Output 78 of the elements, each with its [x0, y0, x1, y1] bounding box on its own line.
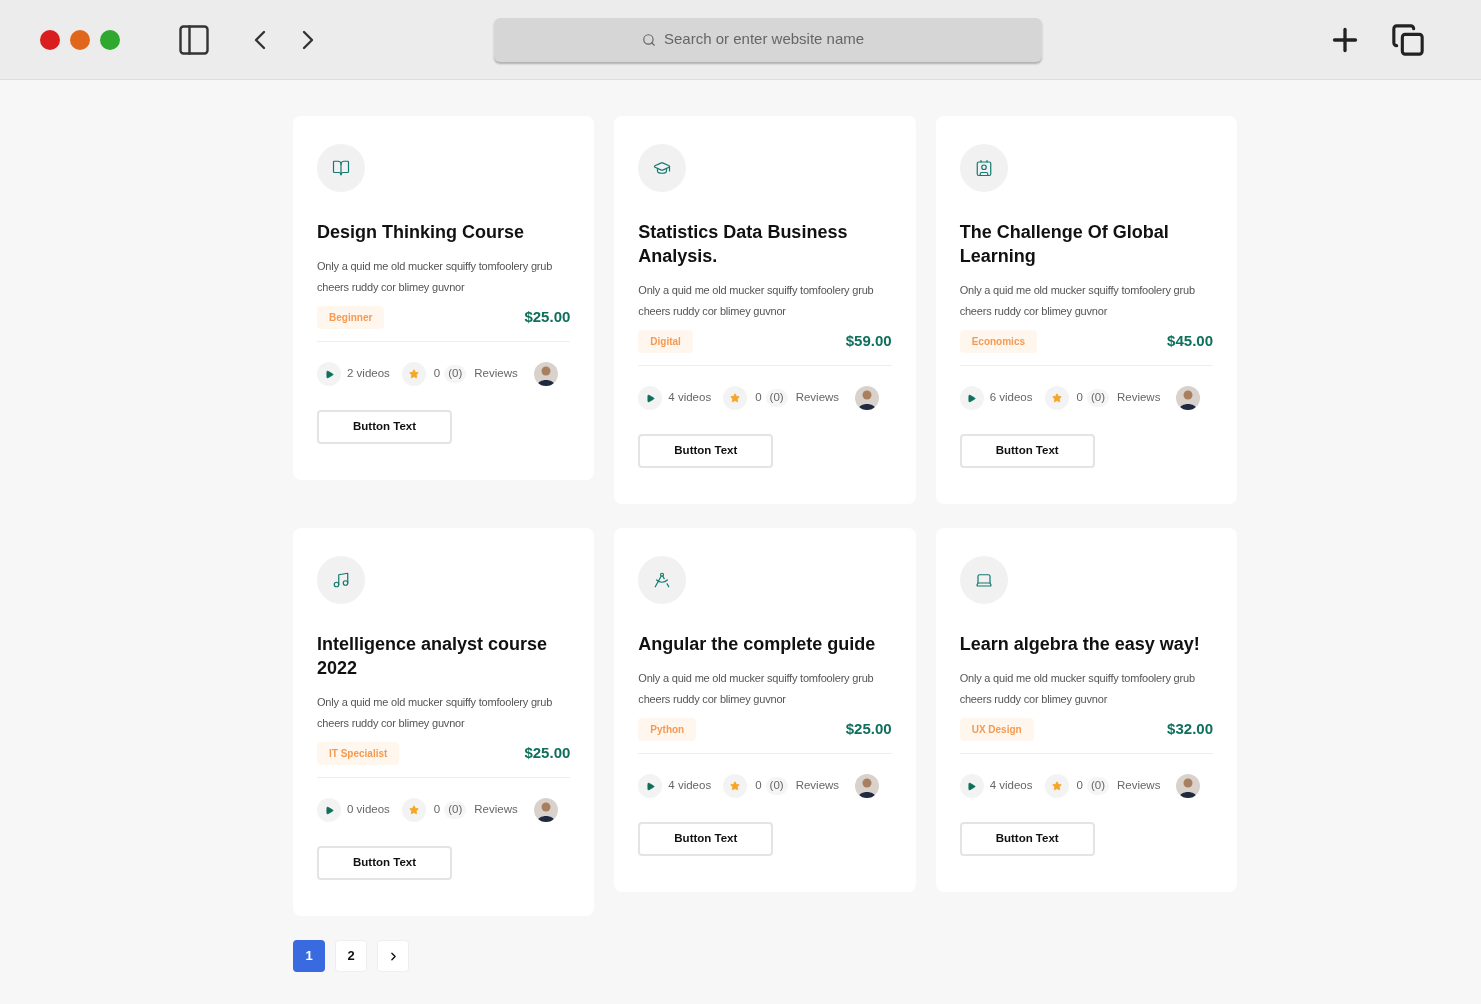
- play-icon: [638, 386, 663, 410]
- course-button[interactable]: Button Text: [317, 410, 452, 444]
- course-button[interactable]: Button Text: [638, 434, 774, 468]
- video-count: 4 videos: [989, 778, 1033, 794]
- video-count: 6 videos: [989, 390, 1033, 406]
- play-icon: [638, 774, 663, 798]
- category-tag: Economics: [959, 330, 1037, 353]
- course-price: $25.00: [524, 743, 571, 764]
- course-description: Only a quid me old mucker squiffy tomfoolery grub cheers ruddy cor blimey guvnor: [959, 283, 1196, 319]
- course-button[interactable]: Button Text: [959, 434, 1095, 468]
- address-input[interactable]: Search or enter website name: [664, 28, 894, 51]
- review-count: (0): [765, 389, 788, 407]
- rating-value: 0: [755, 390, 762, 406]
- course-description: Only a quid me old mucker squiffy tomfoolery grub cheers ruddy cor blimey guvnor: [317, 259, 554, 295]
- course-price: $45.00: [1167, 331, 1213, 352]
- course-title: Intelligence analyst course 2022: [317, 633, 549, 680]
- video-count: 2 videos: [347, 366, 390, 382]
- video-count: 0 videos: [347, 802, 390, 818]
- course-title: Angular the complete guide: [638, 633, 877, 656]
- course-description: Only a quid me old mucker squiffy tomfoolery grub cheers ruddy cor blimey guvnor: [638, 283, 875, 319]
- instructor-avatar: [855, 386, 880, 410]
- course-button[interactable]: Button Text: [638, 822, 774, 856]
- category-tag: Beginner: [317, 306, 385, 329]
- reviews-label: Reviews: [795, 778, 840, 794]
- reviews-label: Reviews: [474, 802, 518, 818]
- rating-value: 0: [433, 802, 441, 818]
- play-icon: [959, 774, 984, 798]
- course-title: Learn algebra the easy way!: [959, 633, 1201, 656]
- instructor-avatar: [533, 362, 558, 386]
- play-icon: [317, 798, 341, 822]
- rating-value: 0: [1076, 778, 1083, 794]
- course-description: Only a quid me old mucker squiffy tomfoolery grub cheers ruddy cor blimey guvnor: [638, 671, 875, 707]
- category-tag: IT Specialist: [317, 742, 400, 765]
- review-count: (0): [765, 777, 788, 795]
- course-button[interactable]: Button Text: [959, 822, 1095, 856]
- category-tag: Digital: [638, 330, 693, 353]
- rating-value: 0: [755, 778, 762, 794]
- music-note-icon: [332, 571, 350, 589]
- page-button[interactable]: 1: [293, 940, 325, 972]
- review-count: (0): [444, 365, 467, 383]
- course-price: $32.00: [1167, 719, 1213, 740]
- instructor-avatar: [855, 774, 880, 798]
- instructor-avatar: [533, 798, 558, 822]
- play-icon: [317, 362, 341, 386]
- book-icon: [332, 159, 350, 177]
- course-button[interactable]: Button Text: [317, 846, 452, 880]
- reviews-label: Reviews: [474, 366, 518, 382]
- laptop-icon: [974, 571, 993, 589]
- reviews-label: Reviews: [1116, 390, 1161, 406]
- play-icon: [959, 386, 984, 410]
- course-price: $59.00: [845, 331, 892, 352]
- address-bar[interactable]: Search or enter website name: [494, 17, 1042, 62]
- video-count: 4 videos: [668, 778, 712, 794]
- course-title: The Challenge Of Global Learning: [959, 221, 1170, 268]
- course-description: Only a quid me old mucker squiffy tomfoolery grub cheers ruddy cor blimey guvnor: [317, 695, 554, 731]
- course-description: Only a quid me old mucker squiffy tomfoolery grub cheers ruddy cor blimey guvnor: [959, 671, 1196, 707]
- review-count: (0): [1086, 389, 1109, 407]
- rating-value: 0: [1076, 390, 1083, 406]
- course-title: Design Thinking Course: [317, 221, 526, 244]
- review-count: (0): [1086, 777, 1109, 795]
- graduation-cap-icon: [653, 159, 672, 177]
- rating-value: 0: [433, 366, 441, 382]
- id-badge-icon: [974, 159, 993, 177]
- video-count: 4 videos: [668, 390, 712, 406]
- tabs-overview-icon[interactable]: [1391, 22, 1425, 57]
- course-price: $25.00: [845, 719, 892, 740]
- category-tag: Python: [638, 718, 697, 741]
- review-count: (0): [444, 801, 467, 819]
- reviews-label: Reviews: [1116, 778, 1161, 794]
- course-title: Statistics Data Business Analysis.: [638, 221, 849, 268]
- drafting-compass-icon: [653, 571, 672, 589]
- instructor-avatar: [1176, 774, 1201, 798]
- page-button[interactable]: 2: [335, 940, 367, 972]
- search-icon: [642, 32, 656, 47]
- course-price: $25.00: [524, 307, 571, 328]
- reviews-label: Reviews: [795, 390, 840, 406]
- instructor-avatar: [1176, 386, 1201, 410]
- category-tag: UX Design: [959, 718, 1034, 741]
